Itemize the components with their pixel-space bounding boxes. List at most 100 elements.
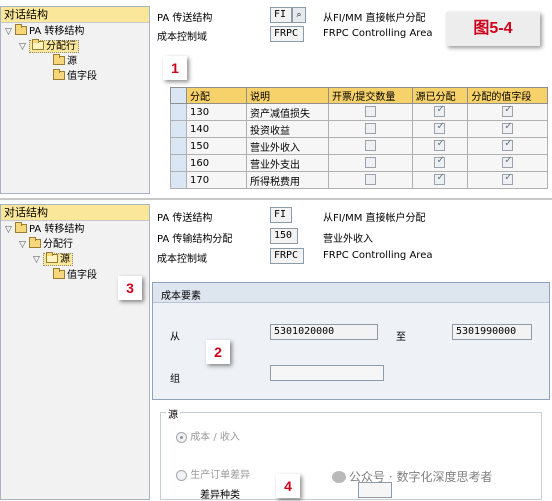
callout-badge-1: 1 xyxy=(163,56,187,80)
tree-node-source[interactable]: 源 xyxy=(53,54,77,69)
tree-node-source[interactable]: ▽ 源 xyxy=(33,252,73,267)
pa-assignment-label: PA 传输结构分配 xyxy=(157,234,233,245)
variance-type-label: 差异种类 xyxy=(200,490,240,501)
assignment-table: 分配 说明 开票/提交数量 源已分配 分配的值字段 130 资产减值损失 140… xyxy=(170,87,548,189)
controlling-area-desc: FRPC Controlling Area xyxy=(323,28,433,39)
to-cost-element-field[interactable]: 5301990000 xyxy=(452,324,532,340)
source-assigned-checkbox[interactable] xyxy=(434,172,446,186)
row-selector[interactable] xyxy=(170,137,187,155)
table-header-row: 分配 说明 开票/提交数量 源已分配 分配的值字段 xyxy=(170,87,548,104)
assignment-desc: 资产减值损失 xyxy=(246,103,329,121)
source-title: 源 xyxy=(166,406,180,421)
pa-assignment-desc: 营业外收入 xyxy=(323,234,373,245)
column-header-source-assigned[interactable]: 源已分配 xyxy=(411,87,469,104)
column-header-description[interactable]: 说明 xyxy=(246,87,329,104)
folder-icon xyxy=(15,222,27,233)
table-row[interactable]: 150 营业外收入 xyxy=(170,137,548,155)
billing-checkbox[interactable] xyxy=(364,157,376,169)
production-variance-radio[interactable]: 生产订单差异 xyxy=(176,466,250,481)
tree-node-pa-structure[interactable]: ▽ PA 转移结构 xyxy=(5,222,84,237)
billing-checkbox[interactable] xyxy=(364,174,376,186)
cost-revenue-label: 成本 / 收入 xyxy=(190,432,240,443)
assignment-id: 140 xyxy=(186,120,247,138)
source-assigned-checkbox[interactable] xyxy=(434,155,446,169)
pa-structure-label: PA 传送结构 xyxy=(157,13,213,24)
pa-structure-desc: 从FI/MM 直接帐户分配 xyxy=(323,213,426,224)
cost-element-group-field[interactable] xyxy=(270,365,384,381)
tree-node-assignment-lines[interactable]: ▽ 分配行 xyxy=(19,39,79,54)
column-header-billing-qty[interactable]: 开票/提交数量 xyxy=(328,87,413,104)
wechat-icon xyxy=(332,471,346,483)
radio-icon[interactable] xyxy=(176,469,187,481)
assignment-desc: 所得税费用 xyxy=(246,171,329,189)
row-selector[interactable] xyxy=(170,103,187,121)
assignment-desc: 营业外收入 xyxy=(246,137,329,155)
assignment-id: 170 xyxy=(186,171,247,189)
value-field-checkbox[interactable] xyxy=(502,172,514,186)
table-row[interactable]: 170 所得税费用 xyxy=(170,171,548,189)
column-header-assignment[interactable]: 分配 xyxy=(186,87,247,104)
callout-badge-3: 3 xyxy=(118,276,142,300)
pa-assignment-field[interactable]: 150 xyxy=(270,228,298,244)
assignment-desc: 投资收益 xyxy=(246,120,329,138)
tree-node-value-field[interactable]: 值字段 xyxy=(53,69,97,84)
folder-icon xyxy=(53,268,65,279)
billing-checkbox[interactable] xyxy=(364,106,376,118)
dialog-structure-tree-bottom: 对话结构 ▽ PA 转移结构 ▽ 分配行 ▽ 源 值字段 xyxy=(0,204,150,500)
group-label: 组 xyxy=(170,374,180,385)
table-row[interactable]: 160 营业外支出 xyxy=(170,154,548,172)
expand-triangle-icon[interactable]: ▽ xyxy=(5,223,15,237)
pa-structure-field[interactable]: FI xyxy=(270,207,292,223)
assignment-desc: 营业外支出 xyxy=(246,154,329,172)
row-selector[interactable] xyxy=(170,171,187,189)
source-assigned-checkbox[interactable] xyxy=(434,121,446,135)
cost-element-title: 成本要素 xyxy=(161,291,201,302)
table-row[interactable]: 130 资产减值损失 xyxy=(170,103,548,121)
watermark: 公众号 · 数字化深度思考者 xyxy=(332,468,492,485)
folder-icon xyxy=(15,24,27,35)
production-variance-label: 生产订单差异 xyxy=(190,470,251,481)
expand-triangle-icon[interactable]: ▽ xyxy=(5,25,15,39)
tree-title: 对话结构 xyxy=(1,205,149,221)
from-label: 从 xyxy=(170,332,180,343)
cost-revenue-radio[interactable]: 成本 / 收入 xyxy=(176,428,240,443)
row-selector[interactable] xyxy=(170,154,187,172)
controlling-area-field[interactable]: FRPC xyxy=(270,248,304,264)
folder-icon xyxy=(29,237,41,248)
column-header-value-field-assigned[interactable]: 分配的值字段 xyxy=(467,87,548,104)
value-field-checkbox[interactable] xyxy=(502,104,514,118)
billing-checkbox[interactable] xyxy=(364,140,376,152)
value-help-icon[interactable]: ⌕ xyxy=(292,7,306,23)
billing-checkbox[interactable] xyxy=(364,123,376,135)
source-assigned-checkbox[interactable] xyxy=(434,138,446,152)
pa-structure-field[interactable]: FI xyxy=(270,7,292,23)
pa-structure-label: PA 传送结构 xyxy=(157,213,213,224)
expand-triangle-icon[interactable]: ▽ xyxy=(19,40,29,54)
controlling-area-label: 成本控制域 xyxy=(157,32,207,43)
folder-icon xyxy=(53,69,65,80)
radio-selected-icon[interactable] xyxy=(176,431,187,443)
source-assigned-checkbox[interactable] xyxy=(434,104,446,118)
value-field-checkbox[interactable] xyxy=(502,138,514,152)
tree-node-value-field[interactable]: 值字段 xyxy=(53,268,97,283)
tree-node-assignment-lines[interactable]: ▽ 分配行 xyxy=(19,237,73,252)
controlling-area-label: 成本控制域 xyxy=(157,254,207,265)
dialog-structure-tree-top: 对话结构 ▽ PA 转移结构 ▽ 分配行 源 值字段 xyxy=(0,6,150,194)
tree-node-pa-structure[interactable]: ▽ PA 转移结构 xyxy=(5,24,84,39)
controlling-area-field[interactable]: FRPC xyxy=(270,26,304,42)
controlling-area-desc: FRPC Controlling Area xyxy=(323,250,433,261)
assignment-id: 130 xyxy=(186,103,247,121)
value-field-checkbox[interactable] xyxy=(502,155,514,169)
figure-label: 图5-4 xyxy=(446,12,540,46)
to-label: 至 xyxy=(396,332,406,343)
row-selector[interactable] xyxy=(170,120,187,138)
from-cost-element-field[interactable]: 5301020000 xyxy=(270,324,378,340)
folder-open-icon xyxy=(32,39,44,50)
table-row[interactable]: 140 投资收益 xyxy=(170,120,548,138)
expand-triangle-icon[interactable]: ▽ xyxy=(33,253,43,267)
row-selector-header[interactable] xyxy=(170,87,187,104)
tree-title: 对话结构 xyxy=(1,7,149,23)
expand-triangle-icon[interactable]: ▽ xyxy=(19,238,29,252)
assignment-id: 160 xyxy=(186,154,247,172)
value-field-checkbox[interactable] xyxy=(502,121,514,135)
